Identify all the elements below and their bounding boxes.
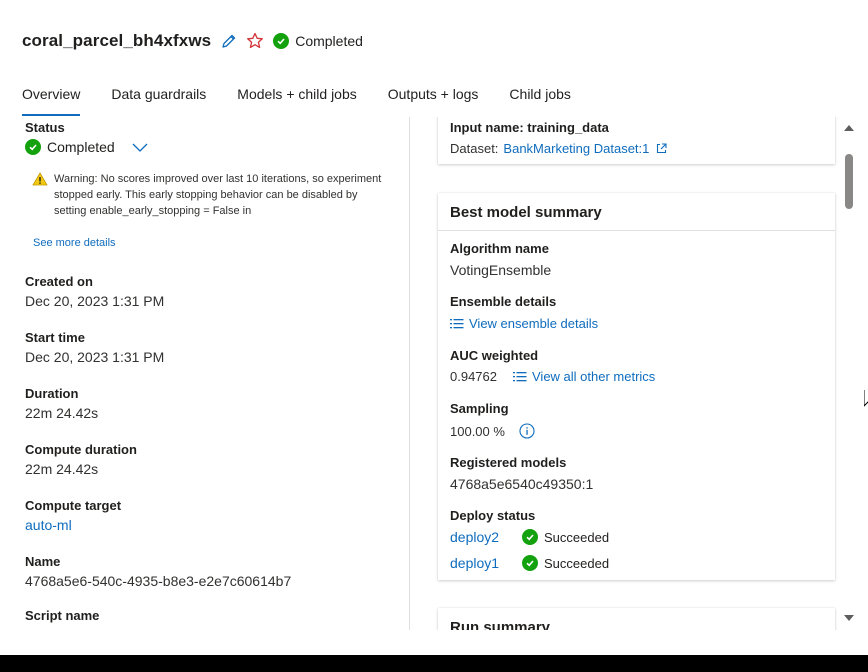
dataset-link[interactable]: BankMarketing Dataset:1 (503, 141, 649, 156)
created-on-value: Dec 20, 2023 1:31 PM (25, 293, 165, 309)
tab-bar: Overview Data guardrails Models + child … (22, 86, 571, 116)
sampling-row: 100.00 % (450, 423, 535, 439)
auc-row: 0.94762 View all other metrics (450, 369, 655, 384)
auc-value: 0.94762 (450, 369, 497, 384)
breadcrumb: ─── ────── ──── ─ (0, 0, 868, 8)
tab-overview[interactable]: Overview (22, 86, 81, 116)
algorithm-link[interactable]: VotingEnsemble (450, 262, 551, 278)
job-title: coral_parcel_bh4xfxws (22, 31, 212, 50)
early-stop-warning: Warning: No scores improved over last 10… (32, 170, 384, 217)
ensemble-row[interactable]: View ensemble details (450, 316, 598, 331)
auc-label: AUC weighted (450, 348, 539, 363)
list-icon (513, 371, 527, 382)
warning-text: Warning: No scores improved over last 10… (54, 173, 382, 217)
start-time-value: Dec 20, 2023 1:31 PM (25, 349, 165, 365)
ensemble-label: Ensemble details (450, 294, 557, 309)
created-on-label: Created on (25, 274, 93, 289)
breadcrumb-link[interactable]: ──── (536, 0, 573, 6)
breadcrumb-current: ─ (690, 0, 699, 6)
scroll-up-arrow-icon[interactable] (844, 125, 854, 131)
edit-pencil-icon[interactable] (219, 31, 239, 51)
list-icon (450, 318, 464, 329)
best-model-card: Best model summary Algorithm name Voting… (438, 193, 835, 580)
script-name-label: Script name (25, 608, 100, 623)
vertical-scrollbar[interactable] (838, 117, 860, 630)
success-check-icon (522, 555, 538, 571)
footer-gap (0, 630, 868, 655)
name-label: Name (25, 554, 61, 569)
deployment-row: deploy2 Succeeded (450, 529, 609, 545)
tab-child-jobs[interactable]: Child jobs (509, 86, 570, 116)
compute-duration-label: Compute duration (25, 442, 137, 457)
deploy-status-label: Deploy status (450, 508, 536, 523)
tab-outputs-logs[interactable]: Outputs + logs (388, 86, 479, 116)
view-metrics-link[interactable]: View all other metrics (532, 369, 655, 384)
success-check-icon (273, 33, 290, 49)
status-value: Completed (47, 139, 115, 155)
warning-icon (32, 172, 48, 191)
deployment-status: Succeeded (544, 555, 610, 571)
view-ensemble-link[interactable]: View ensemble details (469, 316, 598, 331)
duration-label: Duration (25, 386, 79, 401)
compute-target-link[interactable]: auto-ml (25, 517, 72, 533)
deployment-link[interactable]: deploy1 (450, 555, 522, 571)
info-icon[interactable] (519, 423, 535, 439)
taskbar-strip (0, 655, 868, 672)
run-summary-header: Run summary (438, 608, 835, 630)
deployment-row: deploy1 Succeeded (450, 555, 609, 571)
compute-duration-value: 22m 24.42s (25, 461, 99, 477)
name-value: 4768a5e6-540c-4935-b8e3-e2e7c60614b7 (25, 573, 292, 589)
success-check-icon (522, 529, 538, 545)
best-model-header: Best model summary (438, 193, 835, 231)
breadcrumb-link[interactable]: ────── (322, 0, 377, 6)
registered-models-label: Registered models (450, 455, 567, 470)
scroll-down-arrow-icon[interactable] (844, 615, 854, 621)
job-status-badge: Completed (273, 33, 363, 49)
tab-data-guardrails[interactable]: Data guardrails (111, 86, 206, 116)
input-name: Input name: training_data (450, 120, 609, 135)
run-summary-card: Run summary (438, 608, 835, 630)
sampling-value: 100.00 % (450, 423, 505, 439)
input-card: Input name: training_data Dataset: BankM… (438, 117, 835, 164)
deployment-link[interactable]: deploy2 (450, 529, 522, 545)
job-status-text: Completed (295, 33, 363, 49)
compute-target-label: Compute target (25, 498, 122, 513)
status-label: Status (25, 120, 65, 135)
success-check-icon (25, 139, 41, 155)
scrollbar-thumb[interactable] (845, 154, 853, 209)
chevron-down-icon[interactable] (131, 141, 149, 153)
deployment-status: Succeeded (544, 529, 610, 545)
see-more-details-link[interactable]: See more details (33, 237, 116, 249)
dataset-row: Dataset: BankMarketing Dataset:1 (450, 141, 667, 156)
favorite-star-icon[interactable] (245, 31, 265, 51)
breadcrumb-link[interactable]: ─── (88, 0, 116, 6)
tab-models-child-jobs[interactable]: Models + child jobs (237, 86, 356, 116)
status-value-row: Completed (25, 139, 149, 155)
summary-pane: Input name: training_data Dataset: BankM… (410, 117, 840, 630)
external-link-icon[interactable] (656, 143, 667, 154)
start-time-label: Start time (25, 330, 85, 345)
algorithm-label: Algorithm name (450, 241, 549, 256)
mouse-cursor-icon (863, 390, 868, 413)
sampling-label: Sampling (450, 401, 509, 416)
registered-model-link[interactable]: 4768a5e6540c49350:1 (450, 476, 593, 492)
job-header: coral_parcel_bh4xfxws Completed (22, 28, 363, 54)
dataset-label: Dataset: (450, 141, 499, 156)
properties-pane: Status Completed Warning: No scores impr… (12, 117, 409, 630)
duration-value: 22m 24.42s (25, 405, 99, 421)
